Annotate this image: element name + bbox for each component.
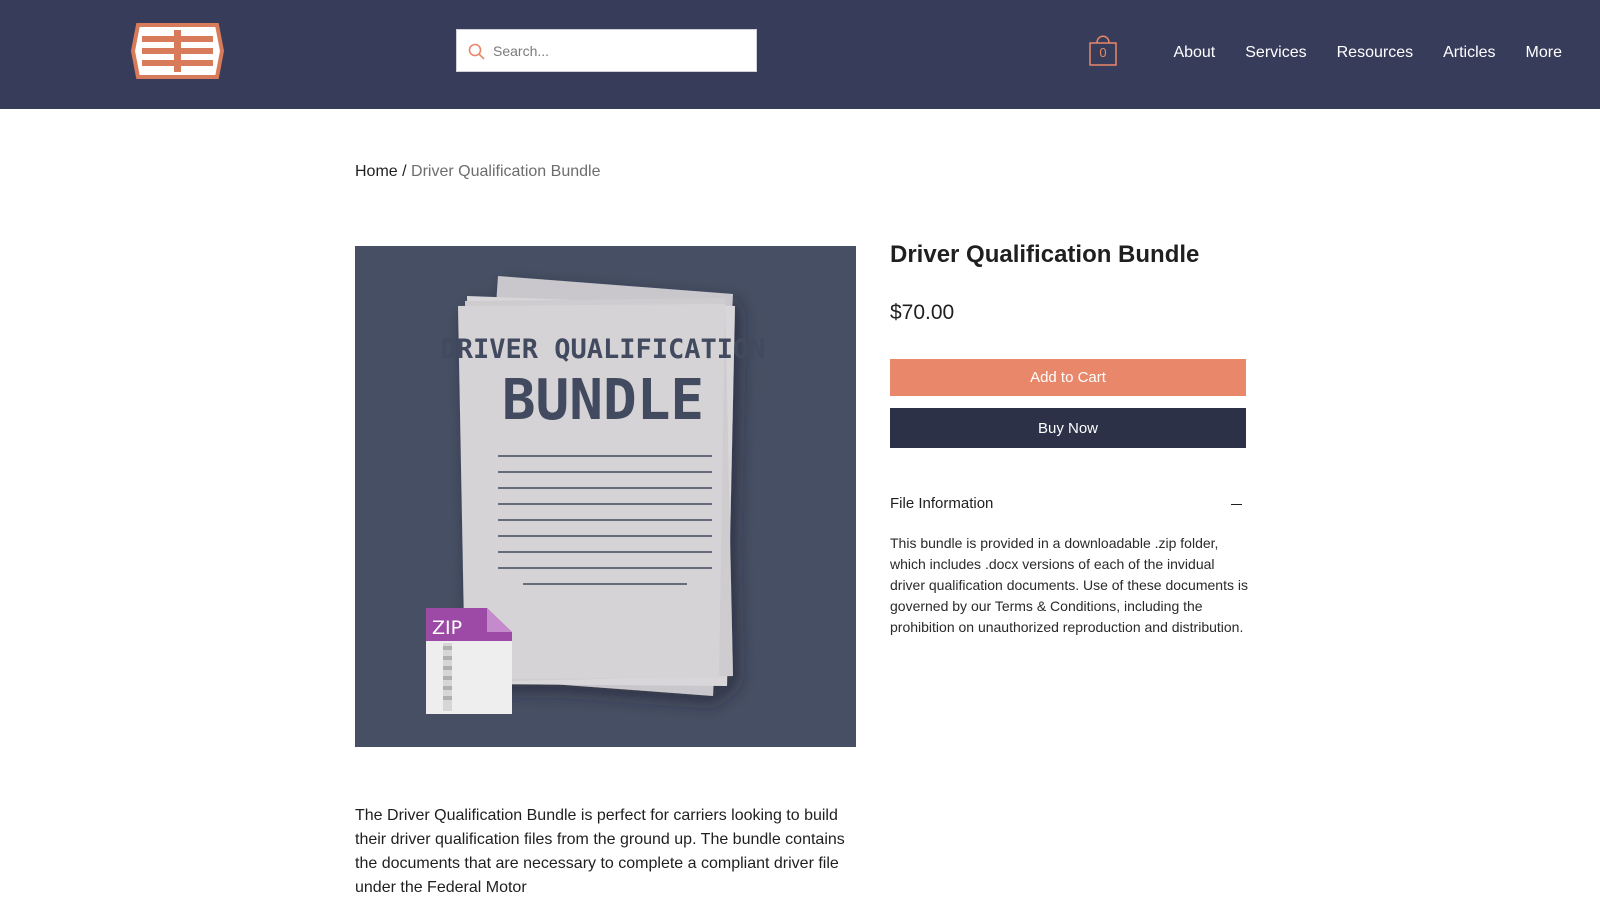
main-nav: About Services Resources Articles More bbox=[1173, 44, 1562, 62]
product-image[interactable]: DRIVER QUALIFICATION BUNDLE ZIP bbox=[355, 246, 856, 747]
buy-now-button[interactable]: Buy Now bbox=[890, 408, 1246, 448]
zip-label: ZIP bbox=[432, 617, 462, 639]
search-input[interactable] bbox=[493, 30, 748, 71]
nav-services[interactable]: Services bbox=[1245, 44, 1306, 62]
product-description: The Driver Qualification Bundle is perfe… bbox=[355, 807, 845, 896]
file-information-text: This bundle is provided in a downloadabl… bbox=[890, 535, 1248, 635]
search-icon bbox=[468, 43, 485, 60]
breadcrumb: Home / Driver Qualification Bundle bbox=[355, 163, 600, 181]
image-title-line1: DRIVER QUALIFICATION bbox=[440, 334, 765, 365]
nav-more[interactable]: More bbox=[1526, 44, 1562, 62]
nav-resources[interactable]: Resources bbox=[1337, 44, 1413, 62]
site-header: 0 About Services Resources Articles More bbox=[0, 0, 1600, 109]
search-box[interactable] bbox=[456, 29, 757, 72]
cart-count: 0 bbox=[1099, 45, 1107, 60]
file-information-toggle[interactable]: File Information bbox=[890, 495, 1246, 515]
breadcrumb-separator: / bbox=[402, 163, 407, 180]
zip-file-icon: ZIP bbox=[426, 608, 512, 714]
product-illustration: DRIVER QUALIFICATION BUNDLE ZIP bbox=[426, 276, 766, 714]
nav-articles[interactable]: Articles bbox=[1443, 44, 1495, 62]
breadcrumb-home[interactable]: Home bbox=[355, 163, 398, 180]
site-logo[interactable] bbox=[130, 21, 225, 81]
product-title: Driver Qualification Bundle bbox=[890, 241, 1200, 268]
add-to-cart-button[interactable]: Add to Cart bbox=[890, 359, 1246, 396]
product-price: $70.00 bbox=[890, 301, 955, 324]
image-title-line2: BUNDLE bbox=[502, 368, 704, 433]
file-information-label: File Information bbox=[890, 495, 994, 512]
breadcrumb-current: Driver Qualification Bundle bbox=[411, 163, 601, 180]
cart-button[interactable]: 0 bbox=[1088, 31, 1118, 67]
nav-about[interactable]: About bbox=[1173, 44, 1215, 62]
minus-icon bbox=[1231, 504, 1242, 505]
